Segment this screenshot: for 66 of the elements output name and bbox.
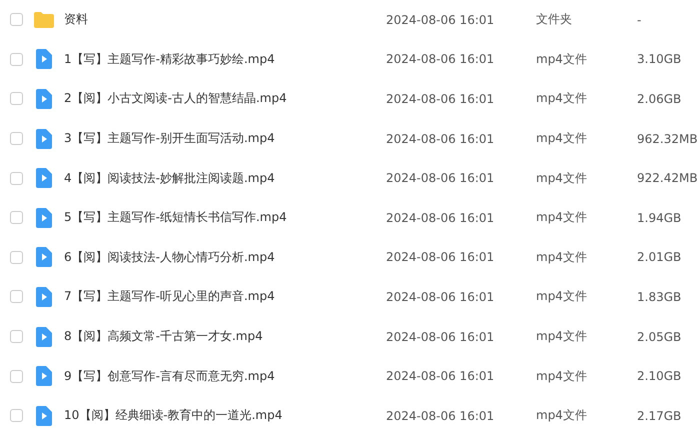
file-type: mp4文件 <box>536 90 588 108</box>
file-size: 2.10GB <box>637 369 682 384</box>
modified-time: 2024-08-06 16:01 <box>386 408 496 423</box>
modified-time: 2024-08-06 16:01 <box>386 12 496 27</box>
video-file-icon <box>36 326 52 347</box>
checkbox[interactable] <box>10 13 23 26</box>
file-type: mp4文件 <box>536 407 588 424</box>
modified-time: 2024-08-06 16:01 <box>386 369 496 384</box>
checkbox[interactable] <box>10 211 23 224</box>
file-type: mp4文件 <box>536 328 588 346</box>
file-name[interactable]: 6【阅】阅读技法-人物心情巧分析.mp4 <box>64 248 386 266</box>
checkbox[interactable] <box>10 290 23 304</box>
file-type: mp4文件 <box>536 248 588 266</box>
video-file-icon <box>36 208 52 228</box>
file-size: 2.01GB <box>637 250 682 264</box>
file-name[interactable]: 3【写】主题写作-别开生面写活动.mp4 <box>64 130 386 148</box>
file-size: 962.32MB <box>637 132 697 146</box>
checkbox[interactable] <box>10 132 23 146</box>
file-size: - <box>637 12 642 27</box>
file-name[interactable]: 9【写】创意写作-言有尽而意无穷.mp4 <box>64 368 386 385</box>
file-size: 3.10GB <box>637 52 682 66</box>
file-size: 1.94GB <box>637 210 682 225</box>
modified-time: 2024-08-06 16:01 <box>386 290 496 304</box>
checkbox[interactable] <box>10 172 23 185</box>
video-file-icon <box>36 128 52 149</box>
file-name[interactable]: 10【阅】经典细读-教育中的一道光.mp4 <box>64 407 386 424</box>
checkbox[interactable] <box>10 330 23 344</box>
modified-time: 2024-08-06 16:01 <box>386 52 496 66</box>
file-name[interactable]: 7【写】主题写作-听见心里的声音.mp4 <box>64 288 386 306</box>
file-name[interactable]: 8【阅】高频文常-千古第一才女.mp4 <box>64 328 386 346</box>
checkbox[interactable] <box>10 409 23 422</box>
file-size: 2.17GB <box>637 408 682 423</box>
file-size: 922.42MB <box>637 171 697 186</box>
video-file-icon <box>36 366 52 386</box>
file-type: mp4文件 <box>536 368 588 385</box>
video-file-icon <box>36 49 52 70</box>
video-file-icon <box>36 88 52 109</box>
checkbox[interactable] <box>10 92 23 106</box>
file-size: 2.06GB <box>637 92 682 106</box>
checkbox[interactable] <box>10 250 23 264</box>
file-name[interactable]: 2【阅】小古文阅读-古人的智慧结晶.mp4 <box>64 90 386 108</box>
file-type: mp4文件 <box>536 209 588 226</box>
video-file-icon <box>36 168 52 188</box>
modified-time: 2024-08-06 16:01 <box>386 250 496 264</box>
file-type: mp4文件 <box>536 170 588 187</box>
video-file-icon <box>36 286 52 307</box>
file-type: mp4文件 <box>536 288 588 306</box>
modified-time: 2024-08-06 16:01 <box>386 210 496 225</box>
file-size: 1.83GB <box>637 290 682 304</box>
file-name[interactable]: 1【写】主题写作-精彩故事巧妙绘.mp4 <box>64 50 386 68</box>
file-name[interactable]: 4【阅】阅读技法-妙解批注阅读题.mp4 <box>64 170 386 187</box>
checkbox[interactable] <box>10 52 23 66</box>
file-type: 文件夹 <box>536 11 573 28</box>
video-file-icon <box>36 406 52 426</box>
file-size: 2.05GB <box>637 330 682 344</box>
file-name[interactable]: 5【写】主题写作-纸短情长书信写作.mp4 <box>64 209 386 226</box>
modified-time: 2024-08-06 16:01 <box>386 171 496 186</box>
checkbox[interactable] <box>10 370 23 383</box>
folder-icon <box>33 10 55 29</box>
modified-time: 2024-08-06 16:01 <box>386 132 496 146</box>
file-name[interactable]: 资料 <box>64 11 386 28</box>
file-type: mp4文件 <box>536 130 588 148</box>
file-type: mp4文件 <box>536 50 588 68</box>
modified-time: 2024-08-06 16:01 <box>386 330 496 344</box>
modified-time: 2024-08-06 16:01 <box>386 92 496 106</box>
video-file-icon <box>36 247 52 268</box>
